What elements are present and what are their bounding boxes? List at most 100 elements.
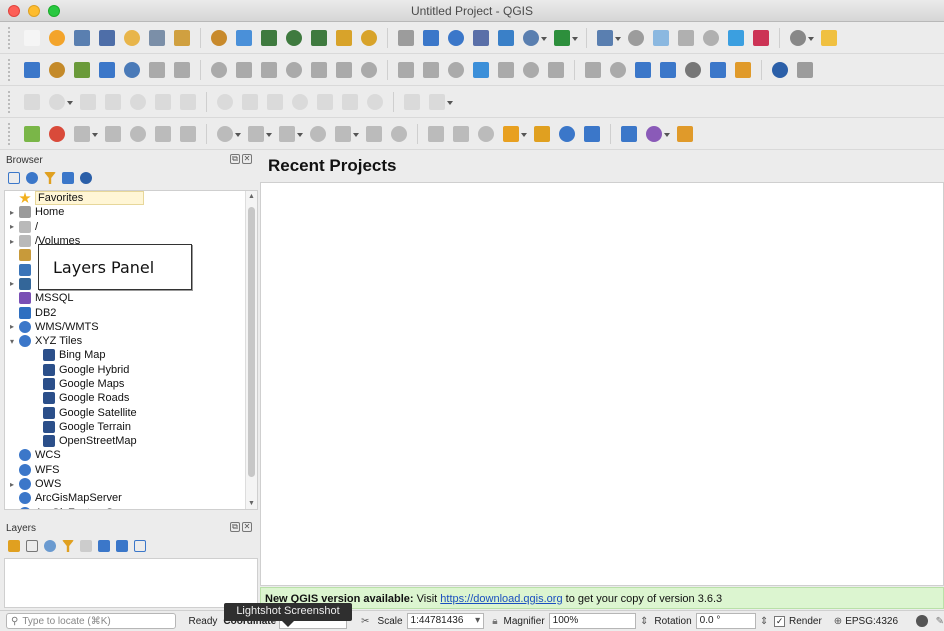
toolbar-tool-icon[interactable] (146, 59, 168, 81)
toolbar-tool-icon[interactable] (308, 27, 330, 49)
browser-item[interactable]: MSSQL (5, 291, 257, 305)
browser-item[interactable]: OpenStreetMap (5, 434, 257, 448)
toolbar-grip[interactable] (8, 122, 14, 145)
toolbar-tool-icon[interactable] (21, 123, 43, 145)
toolbar-tool-icon[interactable] (395, 59, 417, 81)
rotation-field[interactable]: 0.0 ° (695, 613, 756, 629)
toolbar-tool-icon[interactable] (283, 27, 305, 49)
toolbar-tool-icon[interactable] (177, 123, 199, 145)
browser-item[interactable]: WCS (5, 448, 257, 462)
browser-item[interactable]: ▸ OWS (5, 477, 257, 491)
toolbar-tool-icon[interactable] (700, 27, 722, 49)
toolbar-tool-icon[interactable] (239, 91, 261, 113)
toolbar-tool-icon[interactable] (21, 59, 43, 81)
toolbar-tool-icon[interactable] (264, 91, 286, 113)
toolbar-tool-icon[interactable] (233, 59, 255, 81)
toolbar-tool-icon[interactable] (650, 27, 672, 49)
expand-all-icon[interactable] (98, 540, 110, 552)
toolbar-tool-icon[interactable] (445, 59, 467, 81)
toolbar-tool-icon[interactable] (214, 123, 241, 145)
browser-item[interactable]: Google Satellite (5, 405, 257, 419)
toolbar-tool-icon[interactable] (395, 27, 417, 49)
toolbar-tool-icon[interactable] (289, 91, 311, 113)
toolbar-tool-icon[interactable] (607, 59, 629, 81)
toolbar-tool-icon[interactable] (96, 59, 118, 81)
lock-scale-icon[interactable]: 🔒︎ (492, 616, 497, 627)
toolbar-tool-icon[interactable] (818, 27, 840, 49)
toolbar-tool-icon[interactable] (420, 27, 442, 49)
browser-scrollbar-thumb[interactable] (248, 207, 255, 477)
close-panel-icon[interactable]: ✕ (242, 522, 252, 532)
toolbar-tool-icon[interactable] (358, 59, 380, 81)
toolbar-tool-icon[interactable] (657, 59, 679, 81)
toolbar-tool-icon[interactable] (675, 27, 697, 49)
filter-icon[interactable] (44, 172, 56, 184)
toolbar-tool-icon[interactable] (520, 27, 547, 49)
toolbar-tool-icon[interactable] (682, 59, 704, 81)
toolbar-tool-icon[interactable] (339, 91, 361, 113)
toolbar-tool-icon[interactable] (401, 91, 423, 113)
toolbar-tool-icon[interactable] (787, 27, 814, 49)
crs-button[interactable]: EPSG:4326 (845, 616, 898, 627)
toolbar-tool-icon[interactable] (520, 59, 542, 81)
remove-layer-icon[interactable] (134, 540, 146, 552)
toolbar-tool-icon[interactable] (171, 59, 193, 81)
toolbar-tool-icon[interactable] (625, 27, 647, 49)
toolbar-tool-icon[interactable] (233, 27, 255, 49)
toolbar-tool-icon[interactable] (581, 123, 603, 145)
browser-item[interactable]: ▸ WMS/WMTS (5, 320, 257, 334)
browser-item[interactable]: Favorites (5, 191, 257, 206)
browser-item[interactable]: DB2 (5, 305, 257, 319)
toolbar-tool-icon[interactable] (308, 59, 330, 81)
magnifier-stepper-icon[interactable]: ⇕ (640, 616, 648, 627)
toolbar-tool-icon[interactable] (102, 91, 124, 113)
float-panel-icon[interactable]: ⧉ (230, 154, 240, 164)
chevron-right-icon[interactable]: ▸ (7, 208, 17, 217)
chevron-right-icon[interactable]: ▸ (7, 279, 17, 288)
browser-item[interactable]: ArcGisMapServer (5, 491, 257, 505)
toolbar-tool-icon[interactable] (208, 59, 230, 81)
toolbar-tool-icon[interactable] (121, 27, 143, 49)
toolbar-tool-icon[interactable] (470, 27, 492, 49)
toolbar-tool-icon[interactable] (21, 27, 43, 49)
toolbar-tool-icon[interactable] (794, 59, 816, 81)
browser-item[interactable]: Google Hybrid (5, 363, 257, 377)
toolbar-grip[interactable] (8, 26, 14, 49)
toolbar-tool-icon[interactable] (258, 59, 280, 81)
toolbar-tool-icon[interactable] (594, 27, 621, 49)
toolbar-grip[interactable] (8, 90, 14, 113)
toolbar-tool-icon[interactable] (71, 123, 98, 145)
toolbar-tool-icon[interactable] (152, 123, 174, 145)
toolbar-tool-icon[interactable] (208, 27, 230, 49)
toolbar-tool-icon[interactable] (307, 123, 329, 145)
toolbar-tool-icon[interactable] (46, 27, 68, 49)
browser-item[interactable]: ▾ XYZ Tiles (5, 334, 257, 348)
toolbar-tool-icon[interactable] (531, 123, 553, 145)
browser-item[interactable]: ArcGisFeatureServer (5, 506, 257, 509)
toolbar-tool-icon[interactable] (632, 59, 654, 81)
toolbar-tool-icon[interactable] (245, 123, 272, 145)
toolbar-tool-icon[interactable] (214, 91, 236, 113)
toolbar-tool-icon[interactable] (425, 123, 447, 145)
render-checkbox[interactable]: ✓ (774, 615, 785, 627)
chevron-down-icon[interactable]: ▾ (7, 337, 17, 346)
toolbar-tool-icon[interactable] (750, 27, 772, 49)
toolbar-tool-icon[interactable] (445, 27, 467, 49)
browser-item[interactable]: Google Terrain (5, 420, 257, 434)
float-panel-icon[interactable]: ⧉ (230, 522, 240, 532)
toolbar-tool-icon[interactable] (500, 123, 527, 145)
toolbar-tool-icon[interactable] (102, 123, 124, 145)
browser-scrollbar[interactable]: ▲ ▼ (245, 191, 257, 509)
toolbar-tool-icon[interactable] (46, 123, 68, 145)
toolbar-tool-icon[interactable] (450, 123, 472, 145)
toolbar-tool-icon[interactable] (707, 59, 729, 81)
toolbar-tool-icon[interactable] (420, 59, 442, 81)
toolbar-tool-icon[interactable] (77, 91, 99, 113)
toolbar-tool-icon[interactable] (495, 59, 517, 81)
toolbar-tool-icon[interactable] (643, 123, 670, 145)
toolbar-tool-icon[interactable] (71, 27, 93, 49)
toolbar-tool-icon[interactable] (127, 91, 149, 113)
toolbar-tool-icon[interactable] (283, 59, 305, 81)
toolbar-tool-icon[interactable] (358, 27, 380, 49)
rotation-stepper-icon[interactable]: ⇕ (760, 616, 768, 627)
